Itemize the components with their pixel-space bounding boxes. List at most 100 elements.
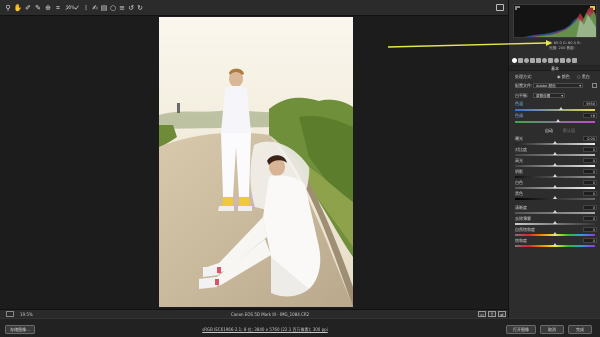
blacks-label: 黑色 <box>515 191 523 196</box>
preferences-icon[interactable]: ≡ <box>118 4 126 12</box>
view-compare-button[interactable]: Y <box>488 311 496 317</box>
highlights-slider-knob[interactable] <box>553 163 557 166</box>
workflow-options-link[interactable]: sRGB IEC61966-2.1; 8 位; 3840 x 5760 (22.… <box>160 327 370 333</box>
profile-browser-icon[interactable] <box>592 83 597 88</box>
zoom-level[interactable]: 19.5% <box>20 312 33 317</box>
blacks-slider[interactable] <box>515 196 595 200</box>
detail-tab-icon[interactable] <box>524 58 529 63</box>
blacks-value[interactable]: 0 <box>583 191 597 196</box>
treatment-color-radio[interactable]: ◉ 颜色 <box>557 74 570 80</box>
open-image-button[interactable]: 打开图像 <box>506 325 536 334</box>
treatment-label: 处理方式: <box>515 74 533 79</box>
transform-tab-icon[interactable] <box>548 58 553 63</box>
saturation-slider-knob[interactable] <box>553 243 557 246</box>
rotate-cw-icon[interactable]: ↻ <box>136 4 144 12</box>
contrast-label: 对比度 <box>515 147 527 152</box>
temperature-slider-knob[interactable] <box>559 107 563 110</box>
dehaze-value[interactable]: 0 <box>583 216 597 221</box>
shadows-label: 阴影 <box>515 169 523 174</box>
contrast-slider[interactable] <box>515 152 595 156</box>
highlights-value[interactable]: 0 <box>583 158 597 163</box>
vibrance-value[interactable]: 0 <box>583 227 597 232</box>
basic-tab-icon[interactable] <box>512 58 517 63</box>
default-button[interactable]: 默认值 <box>563 128 575 134</box>
zoom-percent-readout: 50% <box>66 5 75 10</box>
color-sampler-tool-icon[interactable]: ✎ <box>34 4 42 12</box>
whites-slider-knob[interactable] <box>553 185 557 188</box>
whites-slider[interactable] <box>515 185 595 189</box>
white-balance-dropdown[interactable]: 原照设置 <box>533 93 565 98</box>
whites-value[interactable]: 0 <box>583 180 597 185</box>
blacks-slider-knob[interactable] <box>553 196 557 199</box>
presets-tab-icon[interactable] <box>566 58 571 63</box>
tint-label: 色调 <box>515 113 523 118</box>
exposure-slider-knob[interactable] <box>553 141 557 144</box>
treatment-bw-radio[interactable]: ○ 黑白 <box>577 74 590 80</box>
temperature-slider[interactable] <box>515 107 595 111</box>
rotate-ccw-icon[interactable]: ↺ <box>127 4 135 12</box>
adjustment-brush-icon[interactable]: ✍ <box>91 4 99 12</box>
auto-button[interactable]: 自动 <box>545 128 553 134</box>
split-toning-tab-icon[interactable] <box>536 58 541 63</box>
tone-curve-tab-icon[interactable] <box>518 58 523 63</box>
view-swap-button[interactable]: ⇄ <box>498 311 506 317</box>
panel-tab-icons <box>512 56 598 65</box>
graduated-filter-icon[interactable]: ▤ <box>100 4 108 12</box>
calibration-tab-icon[interactable] <box>560 58 565 63</box>
shadows-slider-knob[interactable] <box>553 174 557 177</box>
zoom-tool-icon[interactable]: ⚲ <box>4 4 12 12</box>
temperature-label: 色温 <box>515 101 523 106</box>
vibrance-slider-knob[interactable] <box>553 232 557 235</box>
auto-default-row: 自动 默认值 <box>515 128 597 134</box>
clarity-value[interactable]: 0 <box>583 205 597 210</box>
clarity-label: 清晰度 <box>515 205 527 210</box>
dehaze-slider-knob[interactable] <box>553 221 557 224</box>
targeted-adjust-tool-icon[interactable]: ⊕ <box>44 4 52 12</box>
exposure-slider[interactable] <box>515 141 595 145</box>
snapshots-tab-icon[interactable] <box>572 58 577 63</box>
vibrance-slider[interactable] <box>515 232 595 236</box>
status-bar: 19.5% Canon EOS 5D Mark III - IMG_1084.C… <box>0 309 508 318</box>
exposure-label: 曝光 <box>515 136 523 141</box>
whites-label: 白色 <box>515 180 523 185</box>
dehaze-slider[interactable] <box>515 221 595 225</box>
contrast-value[interactable]: 0 <box>583 147 597 152</box>
photo-illustration <box>159 17 353 307</box>
dehaze-label: 去除薄雾 <box>515 216 531 221</box>
saturation-slider[interactable] <box>515 243 595 247</box>
hsl-tab-icon[interactable] <box>530 58 535 63</box>
effects-tab-icon[interactable] <box>554 58 559 63</box>
lens-corrections-tab-icon[interactable] <box>542 58 547 63</box>
crop-tool-icon[interactable]: ⌗ <box>54 4 62 12</box>
profile-label: 配置文件: <box>515 83 533 88</box>
shadows-slider[interactable] <box>515 174 595 178</box>
panel-title: 基本 <box>509 65 600 71</box>
contrast-slider-knob[interactable] <box>553 152 557 155</box>
profile-dropdown[interactable]: Adobe 颜色 <box>533 83 583 88</box>
camera-readout: 光圈: 200 焦距: <box>549 46 575 50</box>
clarity-slider-knob[interactable] <box>553 210 557 213</box>
hand-tool-icon[interactable]: ✋ <box>14 4 23 12</box>
view-single-button[interactable]: ▭ <box>478 311 486 317</box>
red-eye-tool-icon[interactable]: ⁞ <box>82 4 90 12</box>
highlights-slider[interactable] <box>515 163 595 167</box>
exposure-value[interactable]: 0.00 <box>583 136 597 141</box>
bottom-bar: 存储图像... sRGB IEC61966-2.1; 8 位; 3840 x 5… <box>0 318 600 337</box>
temperature-value[interactable]: 5950 <box>583 101 597 106</box>
saturation-value[interactable]: 0 <box>583 238 597 243</box>
done-button[interactable]: 完成 <box>568 325 592 334</box>
rgb-readout: R: 65.0 G: 60.5 B: <box>549 41 581 45</box>
tint-value[interactable]: +6 <box>583 113 597 118</box>
tint-slider[interactable] <box>515 119 595 123</box>
radial-filter-icon[interactable]: ○ <box>109 4 117 12</box>
shadows-value[interactable]: 0 <box>583 169 597 174</box>
fullscreen-icon[interactable] <box>496 4 504 11</box>
cancel-button[interactable]: 取消 <box>540 325 564 334</box>
tint-slider-knob[interactable] <box>556 119 560 122</box>
image-canvas[interactable] <box>0 16 508 309</box>
save-image-button[interactable]: 存储图像... <box>5 325 35 334</box>
zoom-toggle-button[interactable] <box>6 311 14 317</box>
histogram-graph <box>524 7 596 37</box>
clarity-slider[interactable] <box>515 210 595 214</box>
white-balance-tool-icon[interactable]: ✐ <box>24 4 32 12</box>
